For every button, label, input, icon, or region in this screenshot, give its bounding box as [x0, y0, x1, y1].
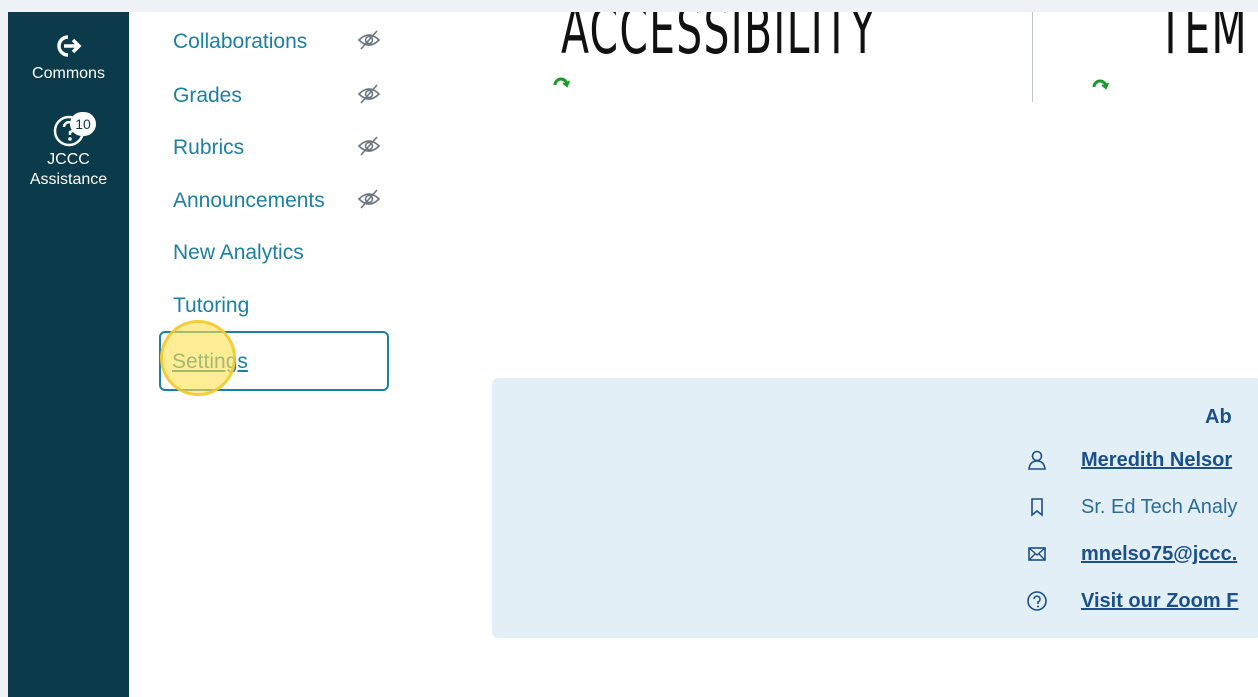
course-nav-grades[interactable]: Grades [173, 81, 242, 111]
page: Commons JCCC Assistance 10 Collaboration… [8, 12, 1258, 697]
user-icon [1028, 450, 1046, 470]
eye-slash-icon [357, 84, 381, 104]
about-heading: Ab [1205, 406, 1232, 428]
instructor-title: Sr. Ed Tech Analy [1081, 496, 1238, 518]
refresh-icon [1092, 79, 1109, 90]
commons-icon [56, 35, 81, 57]
eye-slash-icon [357, 189, 381, 209]
commons-label: Commons [32, 65, 105, 82]
banner-accessibility-text: ACCESSIBILITY [561, 12, 877, 69]
assistance-label-line2: Assistance [29, 171, 108, 188]
course-nav-announcements[interactable]: Announcements [173, 186, 325, 216]
instructor-name-link[interactable]: Meredith Nelsor [1081, 447, 1232, 473]
instructor-email-link[interactable]: mnelso75@jccc. [1081, 541, 1237, 567]
course-nav-rubrics[interactable]: Rubrics [173, 133, 244, 163]
click-highlight-marker [160, 320, 236, 396]
question-circle-icon [1027, 591, 1047, 611]
jccc-assistance-nav-link[interactable]: JCCC Assistance [8, 114, 129, 190]
course-nav-tutoring[interactable]: Tutoring [173, 291, 249, 321]
bookmark-icon [1031, 498, 1043, 517]
mail-icon [1028, 547, 1046, 561]
global-nav: Commons JCCC Assistance 10 [8, 12, 129, 697]
commons-nav-link[interactable]: Commons [8, 34, 129, 84]
course-nav-new-analytics[interactable]: New Analytics [173, 238, 304, 268]
zoom-room-link[interactable]: Visit our Zoom F [1081, 588, 1238, 614]
eye-slash-icon [357, 30, 381, 50]
banner-right-text: TEM [1158, 12, 1248, 69]
eye-slash-icon [357, 136, 381, 156]
refresh-icon [553, 77, 570, 88]
notification-badge: 10 [70, 112, 96, 136]
assistance-label-line1: JCCC [47, 151, 90, 168]
banner-divider [1032, 12, 1033, 102]
course-nav-collaborations[interactable]: Collaborations [173, 27, 307, 57]
